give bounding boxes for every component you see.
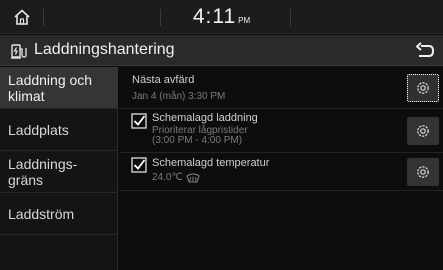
sidebar-item-label: Laddström: [8, 205, 75, 222]
clock-ampm: PM: [238, 16, 251, 25]
scheduled-temperature-label: Schemalagd temperatur: [152, 157, 270, 169]
sidebar-item-label: Laddning och klimat: [8, 71, 93, 104]
scheduled-temperature-value-wrap: 24.0℃: [152, 173, 200, 183]
scheduled-charging-settings-button[interactable]: [407, 117, 439, 145]
page-title: Laddningshantering: [34, 41, 175, 58]
scheduled-temperature-row[interactable]: Schemalagd temperatur 24.0℃: [119, 153, 443, 191]
sidebar-item-laddning-och-klimat[interactable]: Laddning och klimat: [0, 67, 118, 109]
back-arrow-icon: [416, 41, 435, 57]
title-bar: Laddningshantering: [0, 35, 443, 66]
next-departure-time: Jan 4 (mån) 3:30 PM: [132, 91, 226, 102]
next-departure-settings-button[interactable]: [407, 74, 439, 102]
main-panel: Nästa avfärd Jan 4 (mån) 3:30 PM Schemal…: [119, 67, 443, 270]
checkbox-checked-icon[interactable]: [131, 113, 147, 129]
next-departure-title: Nästa avfärd: [132, 74, 195, 86]
status-bar: 4:11 PM: [0, 0, 443, 34]
charging-station-icon: [11, 44, 27, 59]
next-departure-row[interactable]: Nästa avfärd Jan 4 (mån) 3:30 PM: [119, 67, 443, 109]
sidebar-item-laddningsgrans[interactable]: Laddnings- gräns: [0, 151, 118, 193]
sidebar-item-label: Laddnings- gräns: [8, 155, 78, 188]
sidebar: Laddning och klimat Laddplats Laddnings-…: [0, 67, 118, 270]
scheduled-temperature-settings-button[interactable]: [407, 158, 439, 186]
clock: 4:11 PM: [0, 5, 443, 29]
scheduled-charging-label: Schemalagd laddning: [152, 112, 258, 124]
back-button[interactable]: [413, 39, 437, 62]
sidebar-item-laddplats[interactable]: Laddplats: [0, 109, 118, 151]
gear-icon: [417, 125, 429, 137]
scheduled-temperature-value: 24.0℃: [152, 172, 183, 183]
scheduled-charging-window: (3:00 PM - 4:00 PM): [152, 135, 243, 146]
sidebar-item-laddstrom[interactable]: Laddström: [0, 193, 118, 235]
gear-icon: [417, 82, 429, 94]
sidebar-item-label: Laddplats: [8, 121, 69, 138]
gear-icon: [417, 166, 429, 178]
checkbox-checked-icon[interactable]: [131, 157, 147, 173]
scheduled-charging-row[interactable]: Schemalagd laddning Prioriterar lågprist…: [119, 109, 443, 153]
clock-time: 4:11: [192, 5, 237, 28]
defrost-icon: [186, 173, 200, 183]
